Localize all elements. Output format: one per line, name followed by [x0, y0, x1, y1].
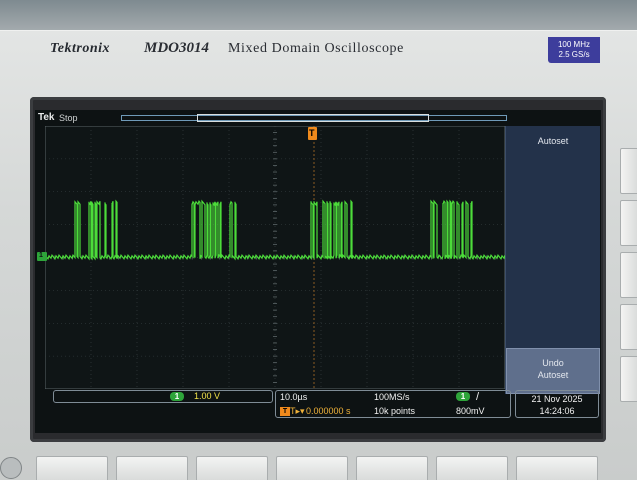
autoset-menu-item[interactable]: Autoset	[506, 136, 600, 146]
undo-autoset-button[interactable]: Undo Autoset	[506, 348, 600, 394]
acquisition-state: Stop	[59, 113, 78, 123]
bandwidth-label: 100 MHz	[557, 40, 590, 49]
side-bezel-button-1[interactable]	[620, 148, 637, 194]
tek-logo: Tek	[38, 112, 55, 123]
channel1-ground-label: 1	[39, 252, 43, 259]
bottom-bezel-button-1[interactable]	[36, 456, 108, 480]
model-number: MDO3014	[144, 40, 210, 56]
status-bar: Tek Stop	[35, 110, 507, 126]
side-menu: Autoset Undo Autoset	[505, 126, 600, 394]
bottom-bezel-button-7[interactable]	[516, 456, 598, 480]
side-bezel-button-4[interactable]	[620, 304, 637, 350]
side-bezel-button-3[interactable]	[620, 252, 637, 298]
trigger-marker[interactable]: T	[308, 127, 317, 140]
delay-prefix-icon: T▸▾	[290, 406, 305, 416]
datetime-readout: 21 Nov 2025 14:24:06	[515, 390, 599, 418]
date-display: 21 Nov 2025	[531, 394, 583, 404]
bottom-bezel-button-6[interactable]	[436, 456, 508, 480]
undo-autoset-line2: Autoset	[537, 370, 569, 380]
trigger-source-badge: 1	[456, 392, 470, 401]
spec-badge: 100 MHz 2.5 GS/s	[548, 37, 600, 63]
brand-logo: Tektronix	[50, 41, 110, 56]
delay-badge: T	[280, 407, 290, 416]
channel1-ground-marker[interactable]: 1	[37, 252, 47, 261]
waveform-graticule	[45, 126, 505, 389]
power-knob[interactable]	[0, 457, 22, 479]
brand-bar: Tektronix MDO3014 Mixed Domain Oscillosc…	[32, 37, 552, 61]
side-bezel-button-5[interactable]	[620, 356, 637, 402]
side-bezel-button-2[interactable]	[620, 200, 637, 246]
record-length: 10k points	[374, 406, 416, 416]
record-view-window	[197, 114, 429, 122]
bottom-bezel-button-2[interactable]	[116, 456, 188, 480]
model-description: Mixed Domain Oscilloscope	[228, 41, 404, 56]
channel1-scale: 1.00 V	[194, 391, 221, 401]
time-per-div: 10.0µs	[280, 392, 308, 402]
channel1-readout[interactable]: 1 1.00 V	[53, 390, 273, 403]
horizontal-delay: 0.000000 s	[306, 406, 351, 416]
sample-rate-label: 2.5 GS/s	[558, 50, 590, 59]
bottom-bezel-button-4[interactable]	[276, 456, 348, 480]
horizontal-readout[interactable]: 10.0µs T T▸▾ 0.000000 s 100MS/s 10k poin…	[275, 390, 511, 418]
trigger-marker-label: T	[309, 128, 315, 138]
undo-autoset-line1: Undo	[542, 358, 564, 368]
bottom-bezel-button-3[interactable]	[196, 456, 268, 480]
time-display: 14:24:06	[539, 406, 575, 416]
channel1-badge: 1	[170, 392, 184, 401]
trigger-slope-icon: /	[476, 391, 480, 403]
trigger-level: 800mV	[456, 406, 485, 416]
oscilloscope-photo: Tektronix MDO3014 Mixed Domain Oscillosc…	[0, 0, 637, 480]
sample-rate: 100MS/s	[374, 392, 410, 402]
bottom-bezel-button-5[interactable]	[356, 456, 428, 480]
